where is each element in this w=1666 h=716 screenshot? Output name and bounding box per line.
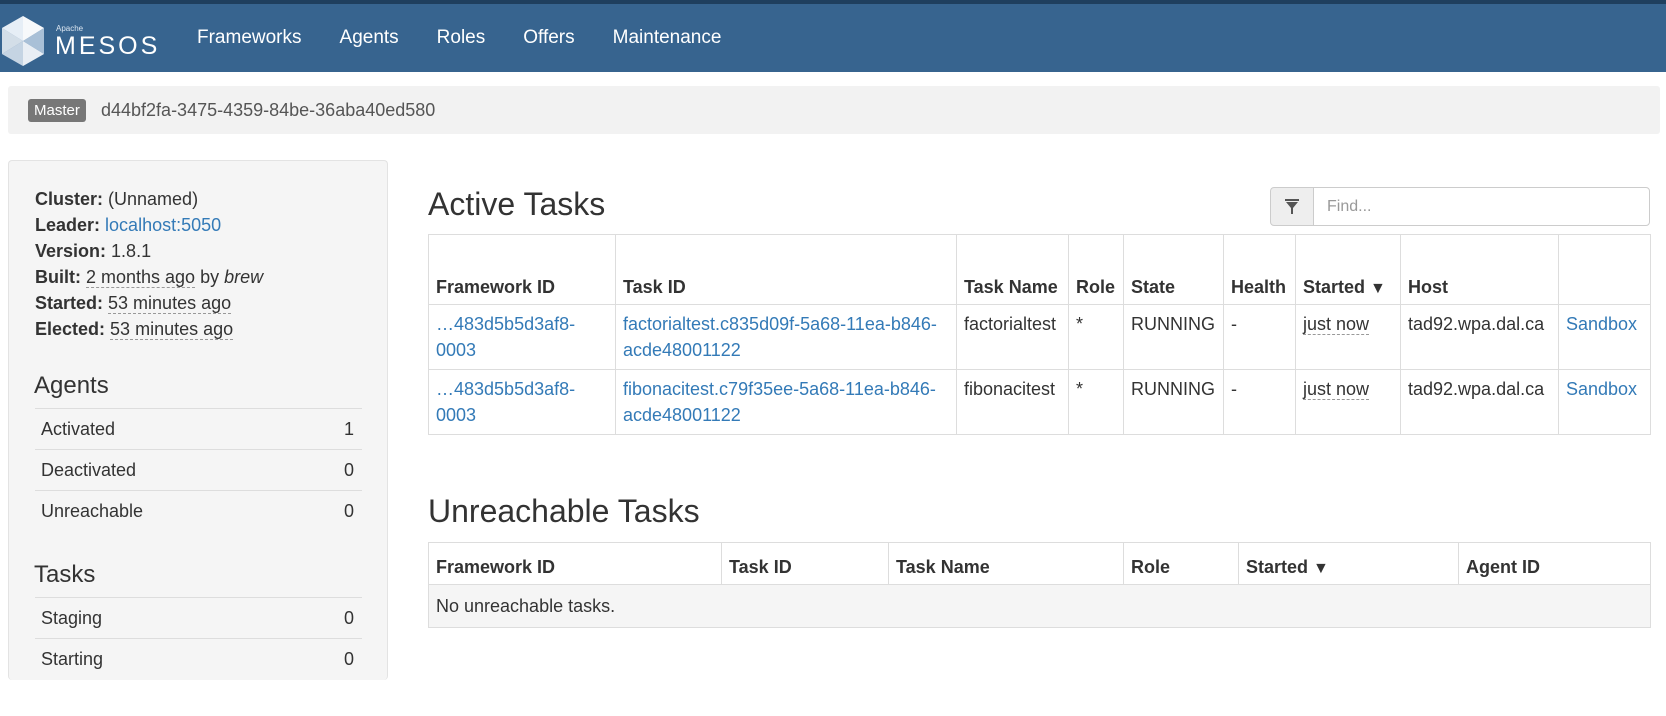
master-label-badge: Master [28, 99, 86, 122]
task-health: - [1223, 369, 1296, 435]
cluster-name-row: Cluster: (Unnamed) [35, 189, 198, 210]
col-task-name[interactable]: Task Name [888, 542, 1124, 585]
top-navbar: Apache MESOS Frameworks Agents Roles Off… [0, 0, 1666, 72]
col-task-id[interactable]: Task ID [721, 542, 889, 585]
framework-id-link[interactable]: …483d5b5d3af8-0003 [436, 314, 575, 360]
table-row: …483d5b5d3af8-0003 fibonacitest.c79f35ee… [428, 369, 1651, 435]
sandbox-link[interactable]: Sandbox [1566, 314, 1637, 334]
built-by-text: by [200, 267, 220, 287]
leader-link[interactable]: localhost:5050 [105, 215, 221, 235]
built-time: 2 months ago [86, 267, 196, 288]
version-row: Version: 1.8.1 [35, 241, 151, 262]
nav-offers[interactable]: Offers [504, 4, 593, 72]
active-tasks-header-row: Framework ID Task ID Task Name Role Stat… [428, 234, 1651, 305]
task-id-link[interactable]: fibonacitest.c79f35ee-5a68-11ea-b846-acd… [623, 379, 936, 425]
sort-desc-icon: ▼ [1370, 280, 1386, 297]
task-host: tad92.wpa.dal.ca [1400, 369, 1559, 435]
elected-value: 53 minutes ago [110, 319, 234, 340]
nav-agents[interactable]: Agents [321, 4, 418, 72]
agents-summary-table: Activated 1 Deactivated 0 Unreachable 0 [35, 408, 362, 531]
started-label: Started: [35, 293, 104, 313]
framework-id-link[interactable]: …483d5b5d3af8-0003 [436, 379, 575, 425]
unreachable-header-row: Framework ID Task ID Task Name Role Star… [428, 542, 1651, 585]
leader-row: Leader: localhost:5050 [35, 215, 221, 236]
sort-desc-icon: ▼ [1313, 560, 1329, 577]
col-host[interactable]: Host [1400, 234, 1559, 305]
task-state: RUNNING [1123, 304, 1224, 370]
col-framework-id[interactable]: Framework ID [428, 234, 616, 305]
version-value: 1.8.1 [111, 241, 152, 261]
task-health: - [1223, 304, 1296, 370]
master-breadcrumb: Master d44bf2fa-3475-4359-84be-36aba40ed… [8, 86, 1660, 134]
agents-heading: Agents [34, 372, 109, 399]
tasks-row-starting: Starting 0 [35, 638, 362, 679]
tasks-summary-table: Staging 0 Starting 0 [35, 597, 362, 679]
col-actions [1558, 234, 1651, 305]
col-task-id[interactable]: Task ID [615, 234, 957, 305]
tasks-heading: Tasks [34, 561, 96, 588]
unreachable-tasks-heading: Unreachable Tasks [428, 493, 700, 529]
active-tasks-filter [1270, 187, 1650, 226]
version-label: Version: [35, 241, 107, 261]
nav-maintenance[interactable]: Maintenance [594, 4, 741, 72]
task-role: * [1068, 304, 1124, 370]
task-started: just now [1303, 379, 1370, 400]
task-name: factorialtest [956, 304, 1069, 370]
empty-message: No unreachable tasks. [428, 584, 1651, 628]
tasks-row-staging: Staging 0 [35, 597, 362, 638]
master-id: d44bf2fa-3475-4359-84be-36aba40ed580 [101, 100, 436, 120]
task-role: * [1068, 369, 1124, 435]
cluster-sidebar: Cluster: (Unnamed) Leader: localhost:505… [8, 160, 388, 680]
filter-button[interactable] [1270, 187, 1314, 226]
brand-logo[interactable]: Apache MESOS [0, 10, 160, 70]
empty-row: No unreachable tasks. [428, 584, 1651, 628]
leader-label: Leader: [35, 215, 101, 235]
task-host: tad92.wpa.dal.ca [1400, 304, 1559, 370]
main-nav: Frameworks Agents Roles Offers Maintenan… [178, 4, 740, 72]
agents-row-activated: Activated 1 [35, 408, 362, 449]
filter-icon [1285, 199, 1299, 214]
col-task-name[interactable]: Task Name [956, 234, 1069, 305]
started-row: Started: 53 minutes ago [35, 293, 232, 314]
built-row: Built: 2 months ago by brew [35, 267, 263, 288]
col-framework-id[interactable]: Framework ID [428, 542, 722, 585]
nav-roles[interactable]: Roles [418, 4, 505, 72]
cluster-value: (Unnamed) [108, 189, 199, 209]
built-user: brew [224, 267, 264, 287]
table-row: …483d5b5d3af8-0003 factorialtest.c835d09… [428, 304, 1651, 370]
brand-name: MESOS [55, 32, 161, 60]
agents-row-unreachable: Unreachable 0 [35, 490, 362, 531]
col-agent-id[interactable]: Agent ID [1458, 542, 1651, 585]
col-state[interactable]: State [1123, 234, 1224, 305]
nav-frameworks[interactable]: Frameworks [178, 4, 321, 72]
unreachable-tasks-table: Framework ID Task ID Task Name Role Star… [428, 542, 1651, 628]
started-value: 53 minutes ago [108, 293, 232, 314]
elected-row: Elected: 53 minutes ago [35, 319, 234, 340]
sandbox-link[interactable]: Sandbox [1566, 379, 1637, 399]
active-tasks-table: Framework ID Task ID Task Name Role Stat… [428, 234, 1651, 435]
cluster-label: Cluster: [35, 189, 104, 209]
active-tasks-search-input[interactable] [1313, 187, 1650, 226]
active-tasks-heading: Active Tasks [428, 186, 606, 222]
col-health[interactable]: Health [1223, 234, 1296, 305]
built-label: Built: [35, 267, 81, 287]
task-started: just now [1303, 314, 1370, 335]
col-started[interactable]: Started ▼ [1238, 542, 1459, 585]
col-started[interactable]: Started ▼ [1295, 234, 1401, 305]
col-role[interactable]: Role [1068, 234, 1124, 305]
task-name: fibonacitest [956, 369, 1069, 435]
task-id-link[interactable]: factorialtest.c835d09f-5a68-11ea-b846-ac… [623, 314, 937, 360]
task-state: RUNNING [1123, 369, 1224, 435]
elected-label: Elected: [35, 319, 106, 339]
col-role[interactable]: Role [1123, 542, 1239, 585]
agents-row-deactivated: Deactivated 0 [35, 449, 362, 490]
mesos-hex-logo-icon [2, 16, 44, 66]
